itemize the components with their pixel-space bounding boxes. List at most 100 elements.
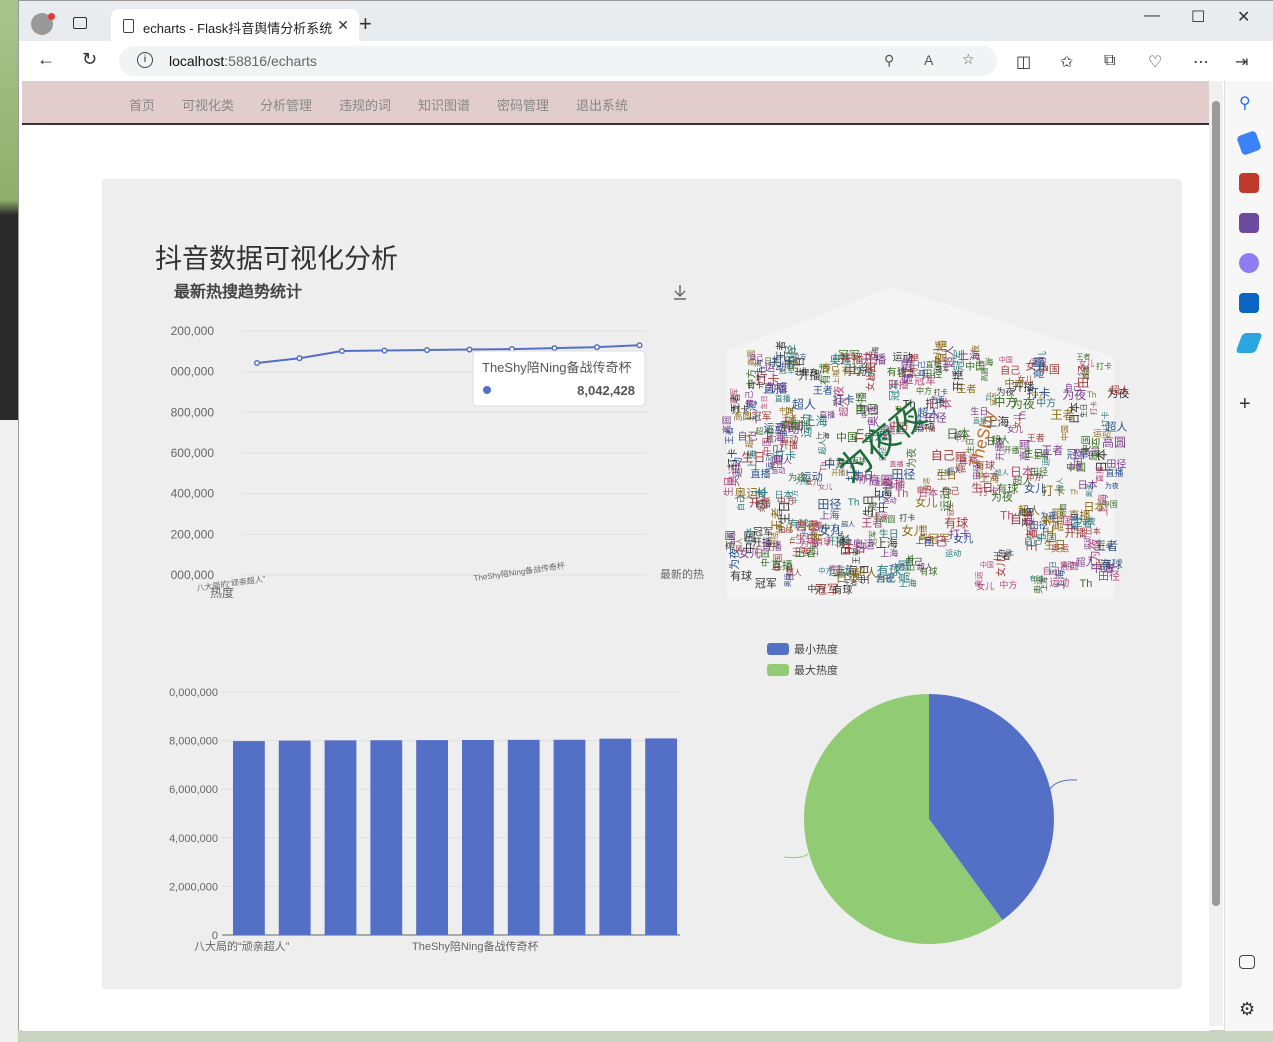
wordcloud-word: 直播: [775, 394, 791, 404]
wordcloud-word: 生日: [760, 396, 769, 410]
settings-icon[interactable]: ⚙: [1239, 999, 1259, 1019]
url-field[interactable]: i localhost:58816/echarts ⚲ A ☆: [119, 46, 997, 76]
wordcloud-word: 有球: [832, 584, 852, 597]
wordcloud-word: 自己: [876, 572, 896, 585]
send-icon[interactable]: [1235, 333, 1263, 353]
new-tab-button[interactable]: +: [359, 11, 372, 37]
nav-logout[interactable]: 退出系统: [576, 95, 628, 114]
wordcloud-word: 直播: [934, 340, 948, 364]
bar-x-tick-2: TheShy陪Ning备战传奇杯: [412, 939, 539, 953]
wordcloud-word: 超人: [853, 565, 877, 580]
sidebar-toggle-icon[interactable]: ⇥: [1235, 52, 1248, 72]
split-screen-icon[interactable]: ◫: [1016, 52, 1031, 72]
wordcloud-word: 日本: [905, 554, 916, 572]
wordcloud-word: 超人: [917, 561, 933, 571]
wordcloud-word: Th: [895, 488, 908, 500]
bar-y-tick: 2,000,000: [169, 881, 218, 893]
wordcloud-word: 女儿: [1024, 481, 1046, 495]
collections-icon[interactable]: ⧉: [1104, 52, 1115, 70]
nav-home[interactable]: 首页: [129, 95, 155, 114]
wordcloud-word: 为夜: [1011, 396, 1035, 411]
wordcloud-word: 超人: [1018, 503, 1040, 517]
nav-violation-words[interactable]: 违规的词: [339, 95, 391, 114]
line-y-label: 热度: [210, 585, 234, 600]
page-icon: [123, 19, 134, 33]
favorites-icon[interactable]: ✩: [1060, 52, 1073, 72]
wordcloud-word: 自己: [1042, 565, 1060, 576]
copilot-icon[interactable]: [1239, 253, 1259, 273]
outlook-icon[interactable]: [1239, 293, 1259, 313]
page-scrollbar[interactable]: [1209, 81, 1223, 1026]
address-bar: ← ↻ i localhost:58816/echarts ⚲ A ☆ ◫ ✩ …: [19, 41, 1273, 81]
wordcloud-word: 王者: [1041, 444, 1063, 457]
search-icon[interactable]: ⚲: [1239, 93, 1259, 113]
wordcloud-word: 王者: [1073, 518, 1093, 530]
wordcloud-word: 有球: [1101, 557, 1123, 571]
tab-actions-icon[interactable]: [73, 17, 87, 29]
wordcloud-word: 上海: [975, 357, 993, 368]
wordcloud-word: 中国: [1060, 425, 1070, 441]
wordcloud-word: 自己: [822, 362, 840, 373]
performance-icon[interactable]: ♡: [1148, 52, 1162, 72]
line-point: [423, 346, 431, 354]
close-tab-icon[interactable]: ✕: [337, 17, 349, 34]
maximize-button[interactable]: ☐: [1191, 7, 1205, 27]
games-icon[interactable]: [1239, 213, 1259, 233]
wordcloud-word: 生日: [722, 476, 735, 496]
line-point: [636, 342, 643, 349]
wordcloud-word: 为夜: [1105, 481, 1119, 490]
shopping-icon[interactable]: [1236, 130, 1262, 156]
wordcloud-word: 生日: [998, 548, 1012, 557]
wordcloud-word: 中方: [779, 406, 793, 415]
pie-label-line-1: [1049, 779, 1078, 790]
line-x-tick-2: TheShy陪Ning备战传奇杯: [473, 560, 566, 583]
back-icon[interactable]: ←: [37, 49, 55, 70]
read-aloud-icon[interactable]: A: [924, 52, 933, 68]
nav-password[interactable]: 密码管理: [497, 95, 549, 114]
wordcloud-word: 超人: [817, 439, 827, 455]
favorite-icon[interactable]: ☆: [962, 51, 975, 68]
wordcloud-word: 直播: [1095, 466, 1105, 482]
wordcloud-word: 打卡: [1089, 401, 1098, 415]
wordcloud-word: 高圆: [733, 411, 751, 422]
wordcloud-word: 中国: [999, 355, 1013, 364]
wordcloud-word: 田径: [891, 467, 915, 481]
wordcloud-word: Th: [1079, 578, 1092, 590]
bar-mark: [599, 738, 632, 935]
wordcloud-word: 直播: [751, 467, 771, 480]
line-point: [296, 355, 303, 362]
wordcloud-word: 超人: [1110, 384, 1130, 397]
wordcloud-word: 中国: [1053, 514, 1073, 527]
wordcloud-word: 打卡: [748, 380, 764, 390]
wordcloud-word: 奥运: [874, 511, 888, 520]
scrollbar-thumb[interactable]: [1212, 101, 1220, 906]
line-point: [338, 347, 346, 355]
close-window-button[interactable]: ✕: [1237, 7, 1250, 27]
browser-tab[interactable]: echarts - Flask抖音舆情分析系统 ✕: [111, 9, 359, 43]
wordcloud-word: 开播: [840, 352, 864, 366]
wordcloud-word: 直播: [771, 558, 793, 572]
line-y-tick: 400,000: [171, 487, 215, 501]
nav-visualization[interactable]: 可视化类: [182, 95, 234, 114]
wordcloud-word: Th: [1087, 391, 1096, 400]
wordcloud-word: 中方: [1036, 396, 1056, 409]
wordcloud-word: 冠军: [730, 388, 739, 404]
wordcloud-word: 高圆: [1032, 357, 1046, 379]
zoom-icon[interactable]: ⚲: [884, 52, 894, 69]
refresh-icon[interactable]: ↻: [82, 49, 97, 70]
wordcloud-word: 中方: [1027, 473, 1041, 482]
more-icon[interactable]: ⋯: [1193, 52, 1209, 72]
add-icon[interactable]: +: [1239, 394, 1259, 415]
line-chart-title: 最新热搜趋势统计: [174, 282, 302, 301]
line-y-tick: 200,000: [171, 527, 215, 541]
wordcloud-word: 女儿: [818, 482, 832, 491]
minimize-button[interactable]: —: [1144, 7, 1160, 25]
wordcloud-word: 上海: [816, 431, 830, 440]
wordcloud-word: 日本: [1067, 402, 1081, 424]
screenshot-icon[interactable]: [1239, 955, 1255, 969]
wordcloud-word: 王者: [956, 383, 976, 395]
nav-analysis[interactable]: 分析管理: [260, 95, 312, 114]
nav-knowledge-graph[interactable]: 知识图谱: [418, 95, 470, 114]
site-info-icon[interactable]: i: [137, 52, 153, 68]
tools-icon[interactable]: [1239, 173, 1259, 193]
